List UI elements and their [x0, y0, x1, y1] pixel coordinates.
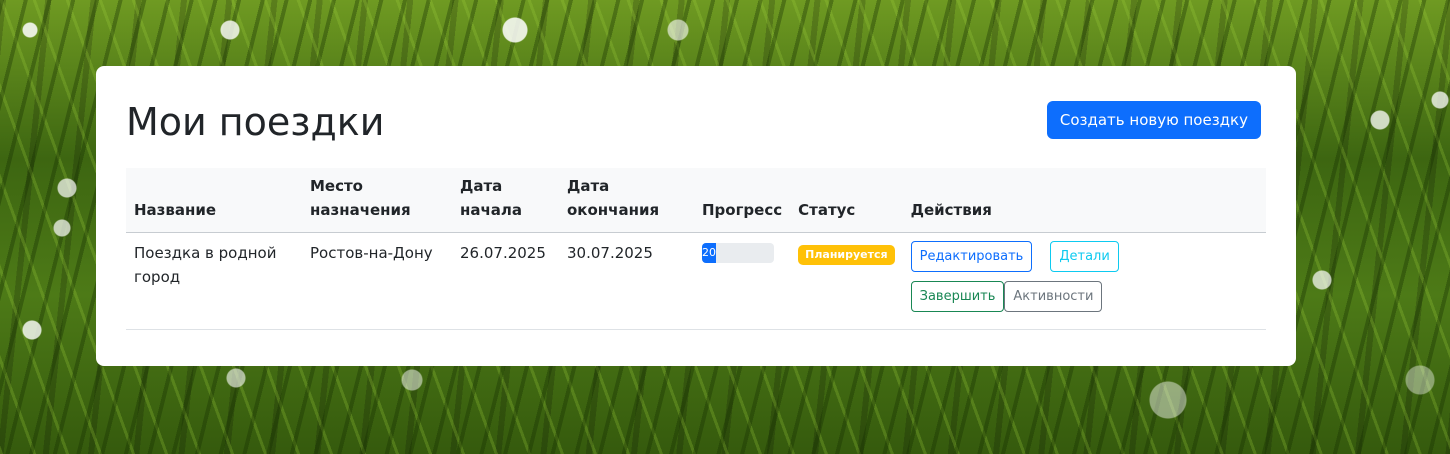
- trips-table: Название Место назначения Дата начала Да…: [126, 168, 1266, 330]
- column-header-start-date: Дата начала: [452, 168, 559, 233]
- trip-destination: Ростов-на-Дону: [302, 232, 452, 330]
- column-header-actions: Действия: [902, 168, 1266, 233]
- trip-name: Поездка в родной город: [126, 232, 302, 330]
- column-header-name: Название: [126, 168, 302, 233]
- trips-card: Мои поездки Создать новую поездку Назван…: [96, 66, 1296, 366]
- table-row: Поездка в родной город Ростов-на-Дону 26…: [126, 232, 1266, 330]
- column-header-status: Статус: [790, 168, 903, 233]
- finish-button[interactable]: Завершить: [910, 280, 1005, 312]
- column-header-end-date: Дата окончания: [559, 168, 694, 233]
- column-header-destination: Место назначения: [302, 168, 452, 233]
- action-buttons: Редактировать Детали Завершить Активност…: [910, 240, 1221, 321]
- edit-button[interactable]: Редактировать: [910, 240, 1033, 272]
- column-header-progress: Прогресс: [694, 168, 791, 233]
- trip-actions-cell: Редактировать Детали Завершить Активност…: [902, 232, 1266, 330]
- trip-progress-cell: 20: [694, 232, 791, 330]
- table-header-row: Название Место назначения Дата начала Да…: [126, 168, 1266, 233]
- status-badge: Планируется: [798, 244, 895, 265]
- activities-button[interactable]: Активности: [1004, 280, 1103, 312]
- create-trip-button[interactable]: Создать новую поездку: [1046, 101, 1261, 139]
- details-button[interactable]: Детали: [1050, 240, 1119, 272]
- progress-bar-fill: 20: [702, 242, 717, 263]
- progress-bar-track: 20: [702, 242, 774, 263]
- trip-end-date: 30.07.2025: [559, 232, 694, 330]
- page-title: Мои поездки: [126, 100, 385, 144]
- trip-start-date: 26.07.2025: [452, 232, 559, 330]
- trip-status-cell: Планируется: [790, 232, 903, 330]
